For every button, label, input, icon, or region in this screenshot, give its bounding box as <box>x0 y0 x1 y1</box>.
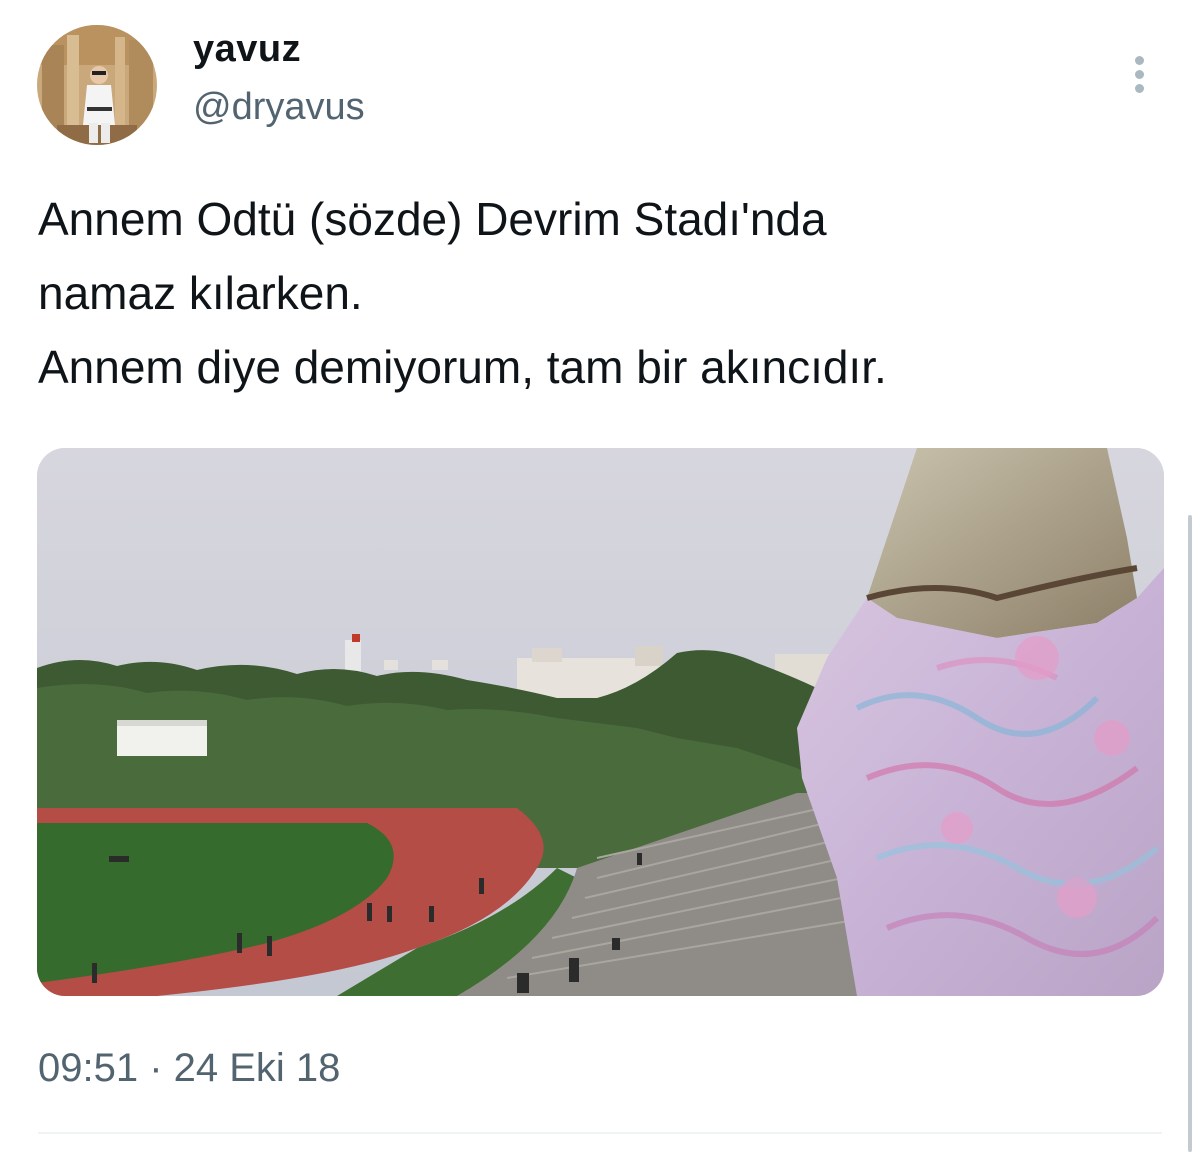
avatar-image <box>37 25 157 145</box>
more-options-button[interactable] <box>1120 52 1160 96</box>
tweet-photo[interactable] <box>37 448 1164 996</box>
scrollbar[interactable] <box>1188 515 1192 1152</box>
author-handle[interactable]: @dryavus <box>193 84 365 130</box>
photo-image <box>37 448 1164 996</box>
more-dot-icon <box>1135 70 1144 79</box>
divider <box>38 1132 1162 1134</box>
avatar[interactable] <box>37 25 157 145</box>
more-dot-icon <box>1135 84 1144 93</box>
tweet-timestamp[interactable]: 09:51 · 24 Eki 18 <box>38 1042 340 1094</box>
more-dot-icon <box>1135 56 1144 65</box>
author-display-name[interactable]: yavuz <box>193 26 301 72</box>
tweet-text: Annem Odtü (sözde) Devrim Stadı'nda nama… <box>38 193 887 393</box>
tweet: yavuz @dryavus Annem Odtü (sözde) Devrim… <box>0 0 1200 1152</box>
